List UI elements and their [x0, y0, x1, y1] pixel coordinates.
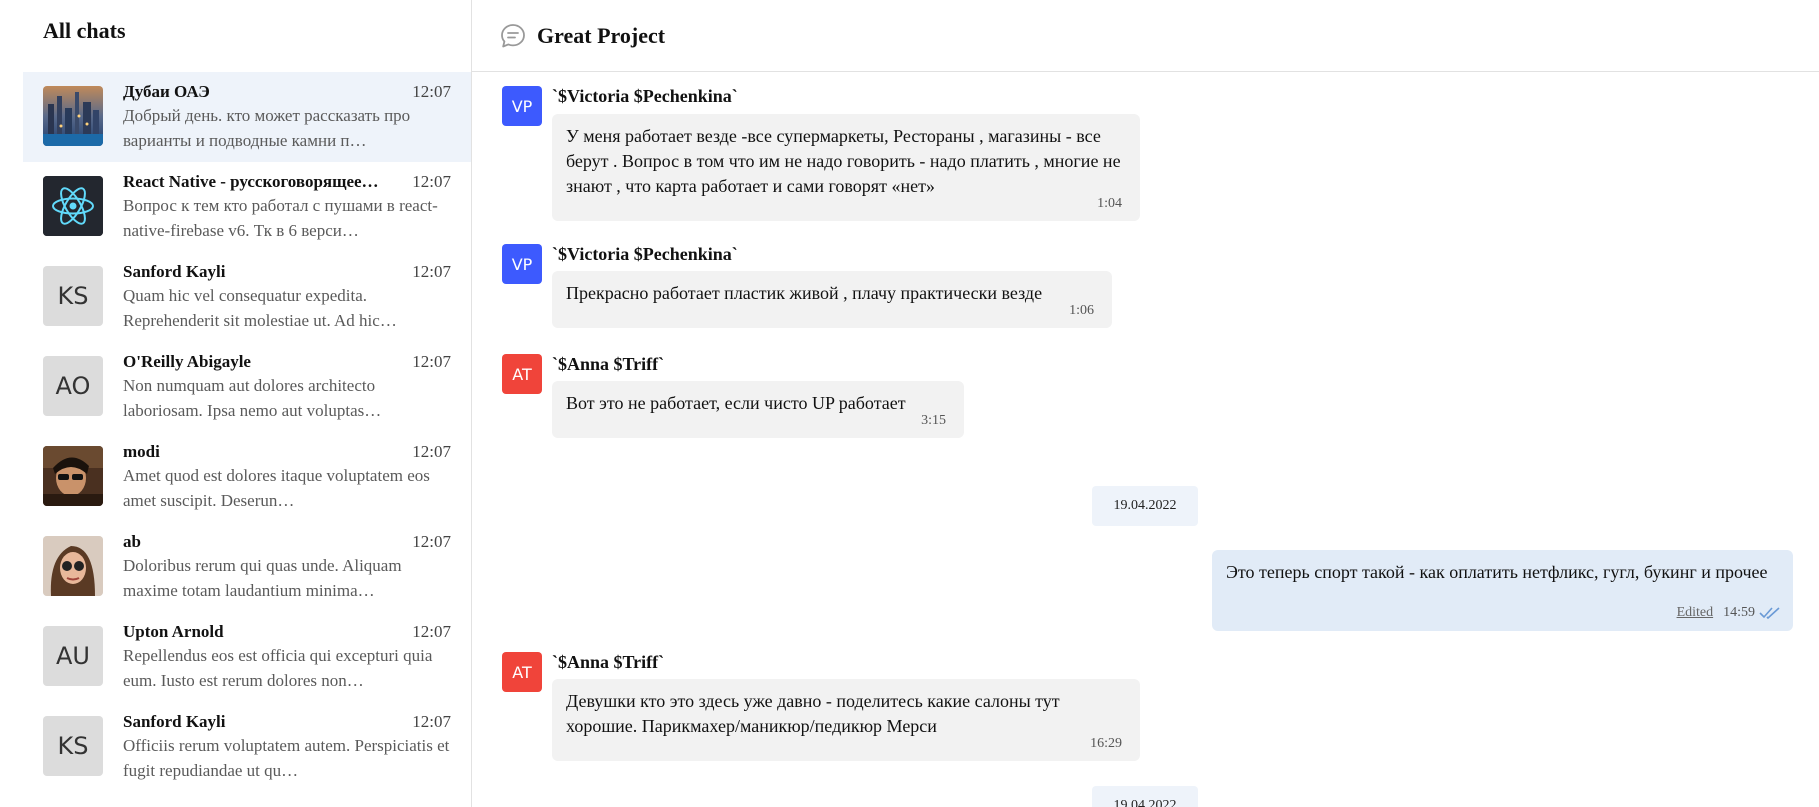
chat-name: ab	[123, 532, 141, 551]
chat-name: Sanford Kayli	[123, 262, 226, 281]
message-text: У меня работает везде -все супермаркеты,…	[566, 126, 1121, 196]
chat-app: All chats Дубаи ОАЭ 12:07 Добрый день. к…	[0, 0, 1819, 807]
chat-name: Дубаи ОАЭ	[123, 82, 210, 101]
chat-avatar-city-photo	[43, 86, 103, 146]
message-time: 1:04	[1097, 196, 1122, 211]
chat-name: O'Reilly Abigayle	[123, 352, 251, 371]
sidebar-title: All chats	[43, 18, 126, 43]
message-bubble[interactable]: У меня работает везде -все супермаркеты,…	[552, 114, 1140, 221]
message-list: VP `$Victoria $Pechenkina` У меня работа…	[472, 72, 1819, 807]
sender-name[interactable]: `$Victoria $Pechenkina`	[552, 86, 738, 107]
chat-preview: Repellendus eos est officia qui exceptur…	[123, 646, 433, 690]
chat-preview: Вопрос к тем кто работал с пушами в reac…	[123, 196, 438, 240]
date-separator: 19.04.2022	[1092, 486, 1198, 526]
message-time: 16:29	[1090, 736, 1122, 751]
chat-name: Upton Arnold	[123, 622, 224, 641]
message-bubble[interactable]: Девушки кто это здесь уже давно - подели…	[552, 679, 1140, 761]
chat-name: React Native - русскоговорящее…	[123, 172, 379, 191]
message-bubble[interactable]: Вот это не работает, если чисто UP работ…	[552, 381, 964, 438]
chat-time: 12:07	[412, 442, 451, 461]
chat-avatar-initials: KS	[43, 716, 103, 776]
react-logo-icon	[43, 176, 103, 236]
chat-time: 12:07	[412, 82, 451, 101]
sender-avatar[interactable]: VP	[502, 244, 542, 284]
message-bubble[interactable]: Прекрасно работает пластик живой , плачу…	[552, 271, 1112, 328]
message-meta: Edited 14:59	[1677, 600, 1781, 625]
chat-bubble-icon	[501, 23, 525, 47]
sender-name[interactable]: `$Anna $Triff`	[552, 354, 664, 375]
conversation-header: Great Project	[472, 0, 1819, 72]
chat-preview: Quam hic vel consequatur expedita. Repre…	[123, 286, 397, 330]
chat-time: 12:07	[412, 352, 451, 371]
chat-list: Дубаи ОАЭ 12:07 Добрый день. кто может р…	[23, 72, 471, 792]
chat-preview: Officiis rerum voluptatem autem. Perspic…	[123, 736, 450, 780]
chat-preview: Amet quod est dolores itaque voluptatem …	[123, 466, 430, 510]
sender-avatar[interactable]: VP	[502, 86, 542, 126]
chat-time: 12:07	[412, 622, 451, 641]
chat-list-item[interactable]: modi 12:07 Amet quod est dolores itaque …	[23, 432, 471, 522]
chat-list-item[interactable]: AU Upton Arnold 12:07 Repellendus eos es…	[23, 612, 471, 702]
chat-avatar-man-photo	[43, 446, 103, 506]
chat-preview: Non numquam aut dolores architecto labor…	[123, 376, 382, 420]
message-time: 3:15	[921, 413, 946, 428]
date-separator: 19.04.2022	[1092, 786, 1198, 807]
sender-avatar[interactable]: AT	[502, 652, 542, 692]
chat-name: Sanford Kayli	[123, 712, 226, 731]
message-text: Это теперь спорт такой - как оплатить не…	[1226, 562, 1768, 582]
chat-list-item[interactable]: KS Sanford Kayli 12:07 Officiis rerum vo…	[23, 702, 471, 792]
chat-time: 12:07	[412, 712, 451, 731]
sender-avatar[interactable]: AT	[502, 354, 542, 394]
sender-name[interactable]: `$Victoria $Pechenkina`	[552, 244, 738, 265]
double-check-icon	[1759, 606, 1780, 619]
chat-time: 12:07	[412, 532, 451, 551]
chat-name: modi	[123, 442, 160, 461]
chat-avatar-woman-photo	[43, 536, 103, 596]
chat-list-item[interactable]: Дубаи ОАЭ 12:07 Добрый день. кто может р…	[23, 72, 471, 162]
message-text: Девушки кто это здесь уже давно - подели…	[566, 691, 1060, 736]
chat-time: 12:07	[412, 262, 451, 281]
chat-preview: Doloribus rerum qui quas unde. Aliquam m…	[123, 556, 402, 600]
sender-name[interactable]: `$Anna $Triff`	[552, 652, 664, 673]
message-time: 1:06	[1069, 303, 1094, 318]
chat-list-item[interactable]: ab 12:07 Doloribus rerum qui quas unde. …	[23, 522, 471, 612]
chat-preview: Добрый день. кто может рассказать про ва…	[123, 106, 411, 150]
message-text: Прекрасно работает пластик живой , плачу…	[566, 283, 1043, 303]
chat-avatar-initials: KS	[43, 266, 103, 326]
conversation-title: Great Project	[537, 22, 666, 48]
chat-list-item[interactable]: React Native - русскоговорящее… 12:07 Во…	[23, 162, 471, 252]
chat-avatar-initials: AO	[43, 356, 103, 416]
chat-avatar-initials: AU	[43, 626, 103, 686]
own-message-bubble[interactable]: Это теперь спорт такой - как оплатить не…	[1212, 550, 1793, 631]
message-text: Вот это не работает, если чисто UP работ…	[566, 393, 906, 413]
edited-label[interactable]: Edited	[1677, 600, 1714, 625]
message-time: 14:59	[1723, 605, 1755, 620]
conversation-pane: Great Project VP `$Victoria $Pechenkina`…	[472, 0, 1819, 807]
chat-list-item[interactable]: KS Sanford Kayli 12:07 Quam hic vel cons…	[23, 252, 471, 342]
chat-list-item[interactable]: AO O'Reilly Abigayle 12:07 Non numquam a…	[23, 342, 471, 432]
chat-time: 12:07	[412, 172, 451, 191]
chat-sidebar: All chats Дубаи ОАЭ 12:07 Добрый день. к…	[0, 0, 472, 807]
